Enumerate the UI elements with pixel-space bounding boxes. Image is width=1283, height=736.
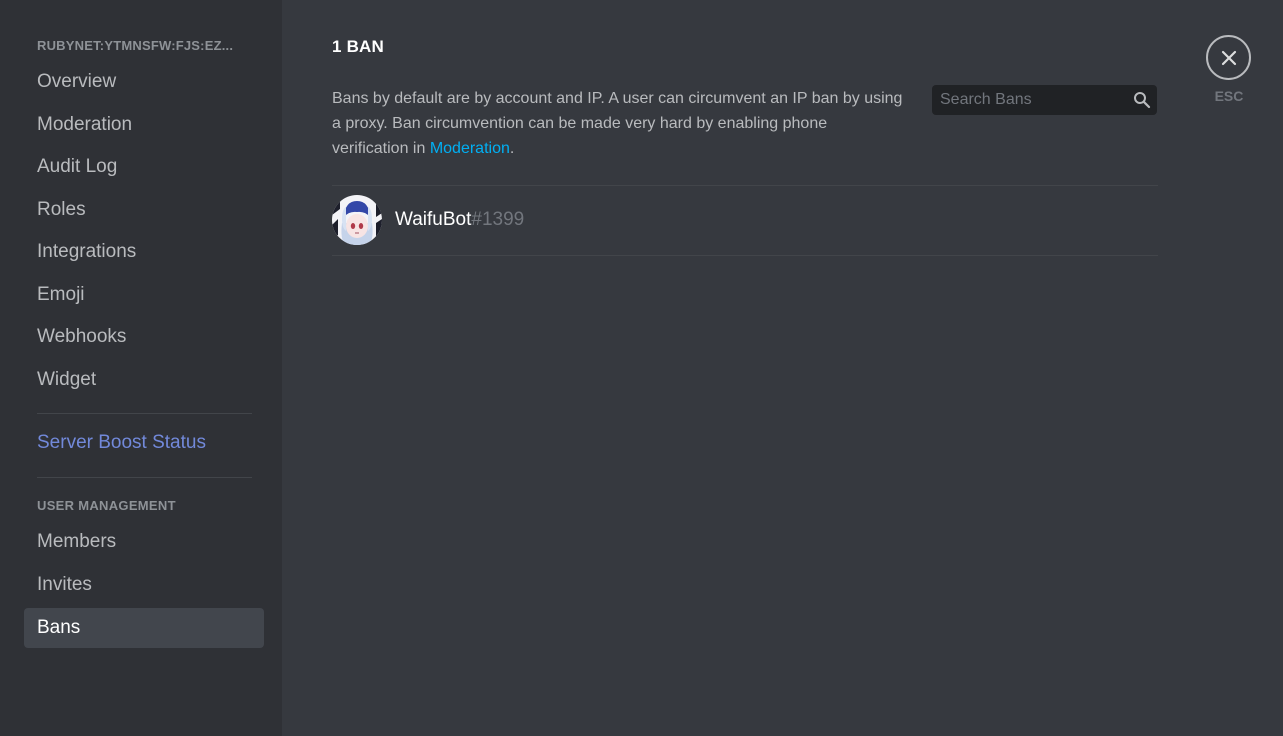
- sidebar-item-webhooks[interactable]: Webhooks: [24, 317, 264, 357]
- search-icon: [1134, 92, 1151, 109]
- description-suffix: .: [509, 140, 515, 157]
- moderation-link[interactable]: Moderation: [430, 140, 510, 157]
- esc-label: ESC: [1214, 88, 1244, 104]
- sidebar-item-overview[interactable]: Overview: [24, 62, 264, 102]
- discriminator: #1399: [471, 209, 525, 230]
- sidebar-item-integrations[interactable]: Integrations: [24, 232, 264, 272]
- close-icon: [1221, 50, 1236, 65]
- ban-list-item[interactable]: WaifuBot#1399: [332, 186, 1158, 255]
- sidebar-item-widget[interactable]: Widget: [24, 360, 264, 400]
- sidebar-separator: [37, 413, 252, 414]
- sidebar-item-bans[interactable]: Bans: [24, 608, 264, 648]
- search-bans-box[interactable]: [932, 85, 1157, 115]
- sidebar-item-audit-log[interactable]: Audit Log: [24, 147, 264, 187]
- search-bans-input[interactable]: [932, 85, 1127, 115]
- sidebar-item-invites[interactable]: Invites: [24, 565, 264, 605]
- sidebar-item-roles[interactable]: Roles: [24, 190, 264, 230]
- close-button[interactable]: [1206, 35, 1251, 80]
- server-name-header: RUBYNET:YTMNSFW:FJS:EZ...: [37, 38, 234, 53]
- sidebar-separator: [37, 477, 252, 478]
- description-text: Bans by default are by account and IP. A…: [332, 90, 903, 157]
- settings-sidebar: RUBYNET:YTMNSFW:FJS:EZ... Overview Moder…: [0, 0, 282, 736]
- page-title: 1 BAN: [332, 37, 385, 56]
- bans-content: 1 BAN Bans by default are by account and…: [332, 0, 1158, 736]
- sidebar-item-emoji[interactable]: Emoji: [24, 275, 264, 315]
- sidebar-item-server-boost-status[interactable]: Server Boost Status: [24, 423, 264, 463]
- sidebar-item-moderation[interactable]: Moderation: [24, 105, 264, 145]
- avatar: [332, 195, 382, 245]
- bans-description: Bans by default are by account and IP. A…: [332, 86, 907, 161]
- user-management-header: USER MANAGEMENT: [37, 498, 176, 513]
- username: WaifuBot: [395, 209, 472, 230]
- close-container: ESC: [1206, 35, 1252, 104]
- sidebar-item-members[interactable]: Members: [24, 522, 264, 562]
- list-divider: [332, 255, 1158, 256]
- ban-username: WaifuBot#1399: [395, 209, 524, 231]
